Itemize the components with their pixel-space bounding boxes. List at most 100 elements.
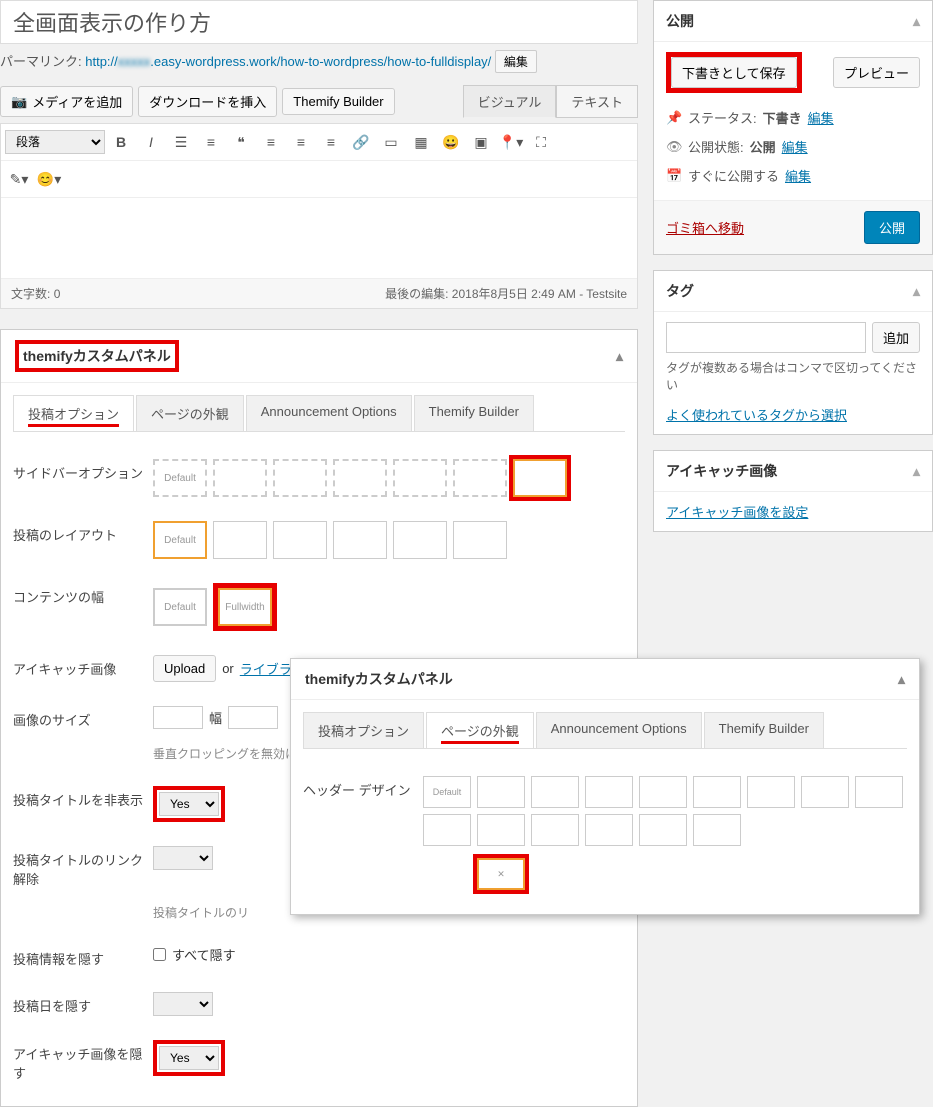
image-width-input[interactable]: [153, 706, 203, 729]
themify-builder-button[interactable]: Themify Builder: [282, 88, 394, 115]
unlink-title-label: 投稿タイトルのリンク解除: [13, 846, 153, 888]
unlink-title-note: 投稿タイトルのリ: [153, 904, 249, 921]
sidebar-none[interactable]: [513, 459, 567, 497]
collapse-icon[interactable]: ▴: [913, 283, 920, 300]
textcolor-icon[interactable]: ✎▾: [5, 165, 33, 193]
contentwidth-default[interactable]: Default: [153, 588, 207, 626]
italic-icon[interactable]: I: [137, 128, 165, 156]
insert-download-button[interactable]: ダウンロードを挿入: [138, 86, 277, 117]
more-icon[interactable]: ▭: [377, 128, 405, 156]
postlayout-3[interactable]: [333, 521, 387, 559]
permalink-edit-button[interactable]: 編集: [495, 50, 537, 73]
header-10[interactable]: [477, 814, 525, 846]
status-label: ステータス:: [688, 108, 757, 127]
word-count: 文字数: 0: [11, 285, 60, 302]
popup-tab-builder[interactable]: Themify Builder: [704, 712, 824, 748]
sidebar-opt4[interactable]: [393, 459, 447, 497]
postlayout-5[interactable]: [453, 521, 507, 559]
collapse-icon[interactable]: ▴: [913, 13, 920, 30]
collapse-icon[interactable]: ▴: [913, 463, 920, 480]
postlayout-default[interactable]: Default: [153, 521, 207, 559]
header-7[interactable]: [801, 776, 849, 808]
emoji-icon[interactable]: 😀: [437, 128, 465, 156]
publish-button[interactable]: 公開: [864, 211, 920, 244]
link-icon[interactable]: 🔗: [347, 128, 375, 156]
sidebar-opt1[interactable]: [213, 459, 267, 497]
or-text: or: [222, 661, 234, 676]
add-tag-button[interactable]: 追加: [872, 322, 920, 353]
emoji2-icon[interactable]: 😊▾: [35, 165, 63, 193]
editor-content[interactable]: [1, 198, 637, 278]
header-2[interactable]: [531, 776, 579, 808]
width-label: 幅: [209, 708, 222, 727]
status-edit-link[interactable]: 編集: [808, 108, 834, 127]
header-design-label: ヘッダー デザイン: [303, 776, 423, 799]
visibility-edit-link[interactable]: 編集: [782, 137, 808, 156]
header-14[interactable]: [693, 814, 741, 846]
upload-button[interactable]: Upload: [153, 655, 216, 682]
tab-page-appearance[interactable]: ページの外観: [136, 395, 244, 431]
fullscreen-icon[interactable]: ⛶: [527, 128, 555, 156]
format-select[interactable]: 段落: [5, 130, 105, 154]
schedule-edit-link[interactable]: 編集: [785, 166, 811, 185]
header-5[interactable]: [693, 776, 741, 808]
trash-link[interactable]: ゴミ箱へ移動: [666, 218, 744, 237]
header-8[interactable]: [855, 776, 903, 808]
set-featured-link[interactable]: アイキャッチ画像を設定: [666, 505, 808, 520]
choose-tags-link[interactable]: よく使われているタグから選択: [666, 408, 847, 423]
popup-tab-announcement[interactable]: Announcement Options: [536, 712, 702, 748]
postlayout-4[interactable]: [393, 521, 447, 559]
unlink-title-select[interactable]: [153, 846, 213, 870]
collapse-icon[interactable]: ▴: [616, 348, 623, 365]
image-height-input[interactable]: [228, 706, 278, 729]
marker-icon[interactable]: 📍▾: [497, 128, 525, 156]
align-left-icon[interactable]: ≡: [257, 128, 285, 156]
bullet-list-icon[interactable]: ☰: [167, 128, 195, 156]
align-center-icon[interactable]: ≡: [287, 128, 315, 156]
hide-date-select[interactable]: [153, 992, 213, 1016]
tags-note: タグが複数ある場合はコンマで区切ってください: [666, 359, 920, 393]
sidebar-opt2[interactable]: [273, 459, 327, 497]
tag-input[interactable]: [666, 322, 866, 353]
sidebar-default[interactable]: Default: [153, 459, 207, 497]
header-9[interactable]: [423, 814, 471, 846]
collapse-icon[interactable]: ▴: [898, 671, 905, 688]
save-draft-button[interactable]: 下書きとして保存: [671, 57, 797, 88]
visual-tab[interactable]: ビジュアル: [463, 85, 557, 118]
hide-title-select[interactable]: Yes: [159, 792, 219, 816]
publish-title: 公開: [666, 11, 694, 31]
box-icon[interactable]: ▣: [467, 128, 495, 156]
header-4[interactable]: [639, 776, 687, 808]
number-list-icon[interactable]: ≡: [197, 128, 225, 156]
sidebar-opt5[interactable]: [453, 459, 507, 497]
tab-announcement[interactable]: Announcement Options: [246, 395, 412, 431]
contentwidth-fullwidth[interactable]: Fullwidth: [218, 588, 272, 626]
hide-featured-label: アイキャッチ画像を隠す: [13, 1040, 153, 1082]
permalink-link[interactable]: http://xxxxx.easy-wordpress.work/how-to-…: [85, 54, 491, 69]
header-none[interactable]: ✕: [477, 858, 525, 890]
align-right-icon[interactable]: ≡: [317, 128, 345, 156]
header-12[interactable]: [585, 814, 633, 846]
post-title-input[interactable]: [0, 0, 638, 44]
text-tab[interactable]: テキスト: [556, 85, 638, 118]
popup-tab-page-appearance[interactable]: ページの外観: [426, 712, 534, 748]
add-media-button[interactable]: 📷メディアを追加: [0, 86, 133, 117]
table-icon[interactable]: ▦: [407, 128, 435, 156]
preview-button[interactable]: プレビュー: [833, 57, 920, 88]
quote-icon[interactable]: ❝: [227, 128, 255, 156]
postlayout-2[interactable]: [273, 521, 327, 559]
tab-builder[interactable]: Themify Builder: [414, 395, 534, 431]
hide-all-checkbox[interactable]: [153, 948, 166, 961]
bold-icon[interactable]: B: [107, 128, 135, 156]
hide-featured-select[interactable]: Yes: [159, 1046, 219, 1070]
postlayout-1[interactable]: [213, 521, 267, 559]
header-3[interactable]: [585, 776, 633, 808]
tab-post-options[interactable]: 投稿オプション: [13, 395, 134, 431]
header-6[interactable]: [747, 776, 795, 808]
header-default[interactable]: Default: [423, 776, 471, 808]
header-11[interactable]: [531, 814, 579, 846]
popup-tab-post-options[interactable]: 投稿オプション: [303, 712, 424, 748]
header-13[interactable]: [639, 814, 687, 846]
header-1[interactable]: [477, 776, 525, 808]
sidebar-opt3[interactable]: [333, 459, 387, 497]
